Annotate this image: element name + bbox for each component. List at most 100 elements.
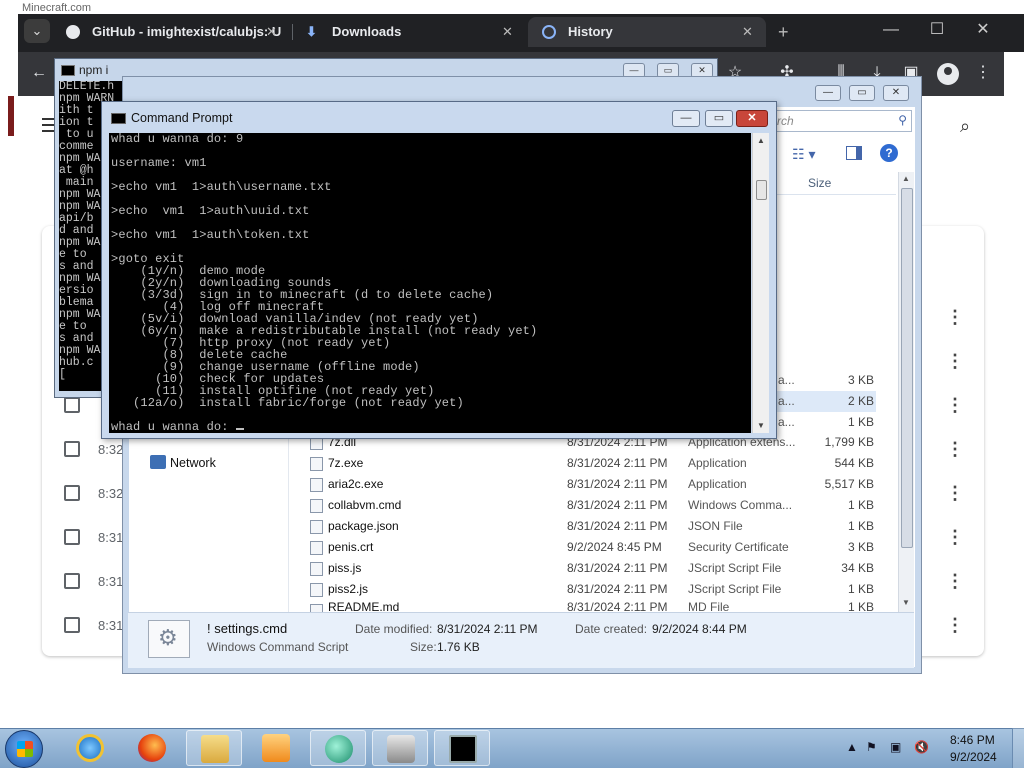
taskbar-firefox[interactable]: [124, 730, 180, 766]
new-tab-button[interactable]: +: [778, 17, 798, 47]
file-name: piss.js: [328, 561, 362, 575]
details-size-value: 1.76 KB: [437, 640, 480, 654]
tab-downloads[interactable]: ⬇ Downloads ✕: [292, 17, 526, 47]
file-row[interactable]: package.json 8/31/2024 2:11 PM JSON File 1 …: [300, 516, 878, 537]
download-icon: ⬇: [306, 24, 317, 39]
details-modified-label: Date modified:: [355, 622, 433, 636]
clock-date[interactable]: 9/2/2024: [950, 750, 997, 764]
history-row-checkbox[interactable]: [64, 441, 80, 457]
history-row-checkbox[interactable]: [64, 617, 80, 633]
console-output[interactable]: whad u wanna do: 9 username: vm1 >echo vm1…: [109, 133, 751, 433]
view-options-icon[interactable]: ☷ ▾: [792, 146, 815, 163]
history-item-menu-icon[interactable]: ⋮: [946, 352, 964, 370]
history-row-checkbox[interactable]: [64, 529, 80, 545]
file-row[interactable]: piss2.js 8/31/2024 2:11 PM JScript Script …: [300, 579, 878, 600]
pane-divider[interactable]: [288, 432, 289, 612]
history-row-checkbox[interactable]: [64, 485, 80, 501]
network-tray-icon[interactable]: ▣: [890, 740, 901, 754]
command-prompt-window[interactable]: Command Prompt — ▭ ✕ whad u wanna do: 9 u…: [101, 101, 777, 439]
history-row-checkbox[interactable]: [64, 397, 80, 413]
show-desktop-button[interactable]: [1012, 728, 1024, 768]
browser-close-button[interactable]: ✕: [960, 14, 1006, 46]
console-line: whad u wanna do: 9: [111, 133, 244, 146]
volume-muted-icon[interactable]: 🔇: [914, 740, 929, 754]
file-row[interactable]: README.md 8/31/2024 2:11 PM MD File 1 KB: [300, 600, 878, 612]
file-name: collabvm.cmd: [328, 498, 402, 512]
history-row-time: 8:31: [98, 618, 124, 633]
console-line: >echo vm1 1>auth\username.txt: [111, 180, 332, 194]
file-date: 8/31/2024 2:11 PM: [567, 519, 668, 533]
profile-avatar-icon[interactable]: [937, 63, 959, 85]
taskbar-explorer[interactable]: [186, 730, 242, 766]
scrollbar-thumb[interactable]: [756, 180, 767, 200]
file-date: 8/31/2024 2:11 PM: [567, 456, 668, 470]
taskbar-internet-explorer[interactable]: [62, 730, 118, 766]
tab-history[interactable]: History ✕: [528, 17, 766, 47]
explorer-close-button[interactable]: ✕: [883, 85, 909, 101]
explorer-scrollbar[interactable]: ▲ ▼: [898, 172, 914, 612]
cmd-scrollbar[interactable]: ▲ ▼: [752, 133, 769, 433]
taskbar-media-player[interactable]: [248, 730, 304, 766]
file-row-partial[interactable]: a... 3 KB: [776, 370, 876, 391]
file-size: 3 KB: [847, 373, 874, 387]
file-row-partial-selected[interactable]: a... 2 KB: [776, 391, 876, 412]
chrome-menu-icon[interactable]: ⋮: [972, 62, 994, 84]
firefox-icon: [138, 734, 166, 762]
action-center-flag-icon[interactable]: ⚑: [866, 740, 877, 754]
explorer-minimize-button[interactable]: —: [815, 85, 841, 101]
folder-icon: [201, 735, 229, 763]
taskbar-java[interactable]: [372, 730, 428, 766]
file-size: 1,799 KB: [824, 435, 874, 449]
github-icon: [66, 25, 80, 39]
browser-minimize-button[interactable]: —: [868, 14, 914, 46]
file-type: a...: [778, 394, 795, 408]
mouse-cursor-icon: [514, 278, 520, 292]
console-line: (12a/o) install fabric/forge (not ready …: [111, 396, 464, 410]
tray-expand-icon[interactable]: ▲: [846, 740, 858, 754]
history-row-time: 8:32: [98, 442, 124, 457]
tab-downloads-label: Downloads: [332, 24, 402, 39]
file-date: 8/31/2024 2:11 PM: [567, 498, 668, 512]
scroll-up-icon[interactable]: ▲: [757, 136, 765, 145]
file-row-partial[interactable]: a... 1 KB: [776, 412, 876, 433]
file-row[interactable]: penis.crt 9/2/2024 8:45 PM Security Certif…: [300, 537, 878, 558]
taskbar-app-green[interactable]: [310, 730, 366, 766]
column-header-size[interactable]: Size: [808, 176, 831, 190]
explorer-maximize-button[interactable]: ▭: [849, 85, 875, 101]
file-row[interactable]: 7z.exe 8/31/2024 2:11 PM Application 544 KB: [300, 453, 878, 474]
help-icon[interactable]: ?: [880, 144, 898, 162]
clock-time[interactable]: 8:46 PM: [950, 733, 995, 747]
scroll-up-icon[interactable]: ▲: [902, 174, 910, 183]
start-button[interactable]: [5, 730, 43, 768]
browser-maximize-button[interactable]: ☐: [914, 14, 960, 46]
tab-history-close-icon[interactable]: ✕: [742, 17, 756, 47]
history-row-checkbox[interactable]: [64, 573, 80, 589]
file-size: 1 KB: [847, 519, 874, 533]
file-row[interactable]: piss.js 8/31/2024 2:11 PM JScript Script F…: [300, 558, 878, 579]
cmd-minimize-button[interactable]: —: [672, 110, 700, 127]
jscript-file-icon: [310, 583, 323, 597]
file-type: Application: [688, 477, 747, 491]
tab-github[interactable]: GitHub - imightexist/calubjs: U ✕: [52, 17, 290, 47]
tab-downloads-close-icon[interactable]: ✕: [502, 17, 516, 47]
exe-file-icon: [310, 457, 323, 471]
file-size: 5,517 KB: [824, 477, 874, 491]
file-type: JScript Script File: [688, 561, 782, 575]
file-row[interactable]: aria2c.exe 8/31/2024 2:11 PM Application 5,…: [300, 474, 878, 495]
cmd-close-button[interactable]: ✕: [736, 110, 768, 127]
cmd-maximize-button[interactable]: ▭: [705, 110, 733, 127]
tab-github-close-icon[interactable]: ✕: [266, 17, 280, 47]
history-item-menu-icon[interactable]: ⋮: [946, 308, 964, 326]
explorer-search-input[interactable]: rch ⚲: [770, 110, 912, 132]
preview-pane-icon[interactable]: [846, 146, 862, 160]
taskbar-cmd[interactable]: [434, 730, 490, 766]
nav-item-network[interactable]: Network: [150, 455, 216, 470]
history-search-icon[interactable]: ⌕: [960, 116, 982, 138]
scroll-down-icon[interactable]: ▼: [902, 598, 910, 607]
scrollbar-thumb[interactable]: [901, 188, 913, 548]
tab-search-button[interactable]: ⌄: [24, 19, 50, 43]
file-date: 9/2/2024 8:45 PM: [567, 540, 662, 554]
back-icon[interactable]: ←: [28, 62, 50, 84]
scroll-down-icon[interactable]: ▼: [757, 421, 765, 430]
file-row[interactable]: collabvm.cmd 8/31/2024 2:11 PM Windows Com…: [300, 495, 878, 516]
